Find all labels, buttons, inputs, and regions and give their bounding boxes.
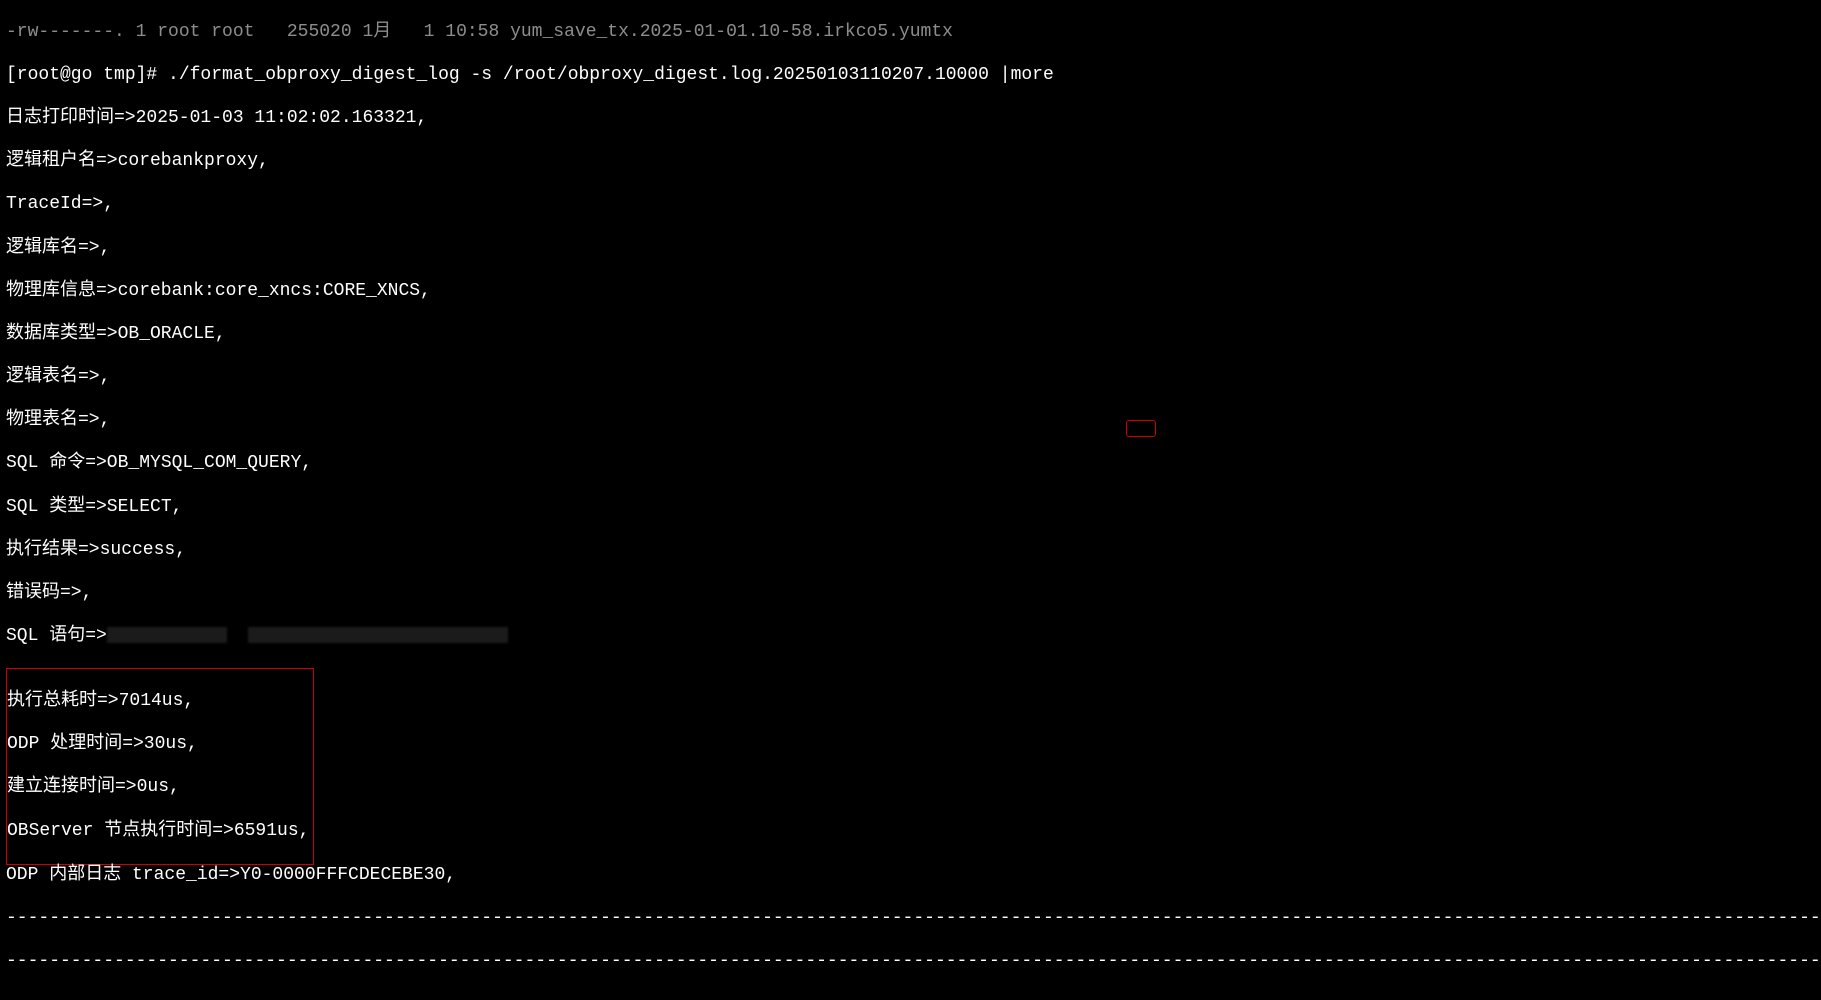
separator-line: ----------------------------------------…	[6, 951, 1815, 973]
log-line: TraceId=>,	[6, 194, 1815, 216]
log-line-timing: ODP 处理时间=>30us,	[7, 734, 309, 756]
log-line: 数据库类型=>OB_ORACLE,	[6, 324, 1815, 346]
shell-prompt: [root@go tmp]#	[6, 65, 168, 85]
terminal-output[interactable]: -rw-------. 1 root root 255020 1月 1 10:5…	[0, 0, 1821, 1000]
separator-line: ----------------------------------------…	[6, 908, 1815, 930]
log-line: 逻辑表名=>,	[6, 367, 1815, 389]
log-line: SQL 命令=>OB_MYSQL_COM_QUERY,	[6, 453, 1815, 475]
redacted-text	[248, 627, 508, 643]
log-line-trace-id: ODP 内部日志 trace_id=>Y0-0000FFFCDECEBE30,	[6, 865, 1815, 887]
log-line-timing: OBServer 节点执行时间=>6591us,	[7, 821, 309, 843]
log-line-timing: 执行总耗时=>7014us,	[7, 691, 309, 713]
log-line: 逻辑库名=>,	[6, 238, 1815, 260]
log-line: 物理表名=>,	[6, 410, 1815, 432]
log-line: 执行结果=>success,	[6, 540, 1815, 562]
sql-statement-line: SQL 语句=>	[6, 626, 1815, 648]
log-line: 逻辑租户名=>corebankproxy,	[6, 151, 1815, 173]
log-line: 物理库信息=>corebank:core_xncs:CORE_XNCS,	[6, 281, 1815, 303]
timing-metrics-box: 执行总耗时=>7014us, ODP 处理时间=>30us, 建立连接时间=>0…	[6, 668, 314, 864]
red-highlight-marker	[1126, 420, 1156, 437]
log-line-top-partial: -rw-------. 1 root root 255020 1月 1 10:5…	[6, 22, 1815, 44]
redacted-text	[107, 627, 227, 643]
log-line-timing: 建立连接时间=>0us,	[7, 777, 309, 799]
command-line: [root@go tmp]# ./format_obproxy_digest_l…	[6, 65, 1815, 87]
sql-statement-label: SQL 语句=>	[6, 626, 107, 646]
log-line: 日志打印时间=>2025-01-03 11:02:02.163321,	[6, 108, 1815, 130]
shell-command: ./format_obproxy_digest_log -s /root/obp…	[168, 65, 1054, 85]
log-line: SQL 类型=>SELECT,	[6, 497, 1815, 519]
log-line: 错误码=>,	[6, 583, 1815, 605]
